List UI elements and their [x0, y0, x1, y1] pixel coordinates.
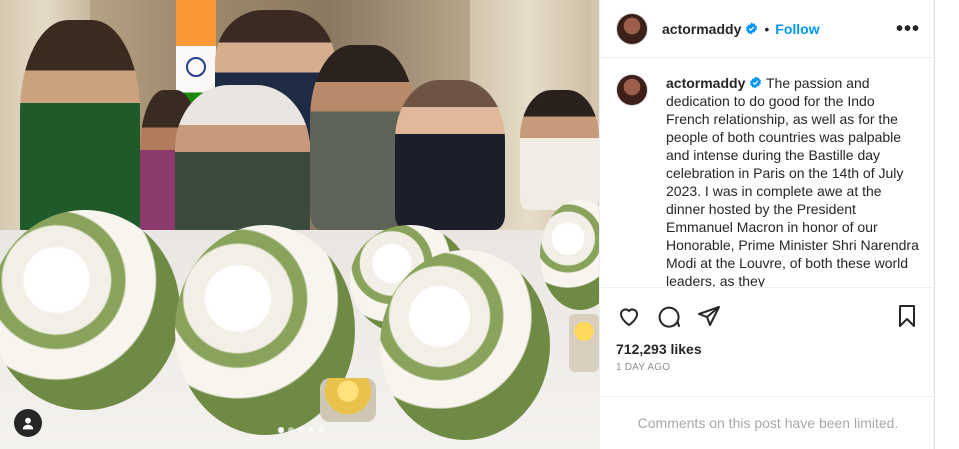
share-icon[interactable]	[694, 301, 724, 331]
carousel-indicator	[278, 427, 324, 433]
caption-body: The passion and dedication to do good fo…	[666, 75, 919, 288]
candle-glow	[320, 378, 376, 422]
heart-icon[interactable]	[614, 301, 644, 331]
candle-glow	[569, 314, 599, 372]
carousel-dot	[308, 427, 314, 433]
follow-button[interactable]: Follow	[775, 21, 819, 37]
user-tag-icon[interactable]	[14, 409, 42, 437]
person-right-edge	[520, 90, 599, 210]
flower-arrangement	[380, 250, 550, 440]
carousel-dot	[278, 427, 284, 433]
bookmark-icon[interactable]	[892, 301, 922, 331]
post-timestamp[interactable]: 1 DAY AGO	[600, 357, 934, 373]
avatar[interactable]	[616, 12, 648, 45]
post-photo[interactable]	[0, 0, 599, 449]
caption-text: actormaddy The passion and dedication to…	[666, 74, 920, 287]
caption-section: actormaddy The passion and dedication to…	[600, 58, 934, 288]
post-header: actormaddy • Follow •••	[600, 0, 934, 58]
person-dark-suit	[395, 80, 505, 230]
more-options-icon[interactable]: •••	[896, 19, 920, 39]
separator-dot: •	[764, 20, 770, 37]
person-seated-grey-vest	[175, 85, 310, 245]
avatar[interactable]	[616, 74, 648, 106]
username-link[interactable]: actormaddy	[662, 21, 741, 37]
likes-count[interactable]: 712,293 likes	[600, 341, 934, 357]
carousel-dot	[288, 427, 294, 433]
carousel-dot	[318, 427, 324, 433]
carousel-dot	[298, 427, 304, 433]
comments-limited-notice: Comments on this post have been limited.	[600, 396, 936, 449]
caption-username[interactable]: actormaddy	[666, 75, 745, 91]
comment-icon[interactable]	[654, 301, 684, 331]
verified-icon	[750, 76, 762, 89]
action-bar	[600, 288, 934, 344]
post-side-panel: actormaddy • Follow ••• actormaddy The p…	[599, 0, 936, 449]
verified-icon	[746, 22, 758, 35]
